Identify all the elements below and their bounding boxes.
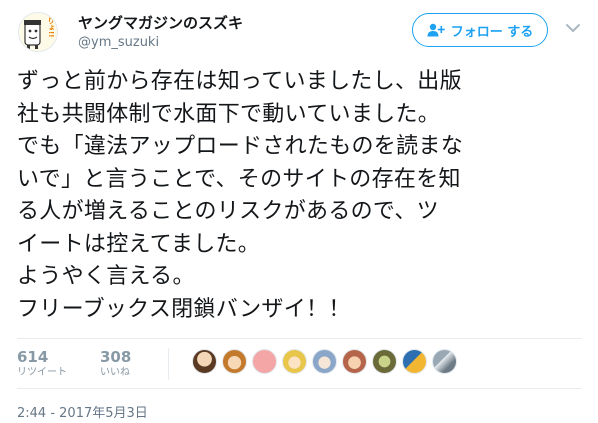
like-count: 308: [100, 348, 132, 366]
stats-separator: [168, 348, 169, 380]
liker-avatar-4[interactable]: [282, 349, 307, 374]
stats-divider-top: [17, 338, 582, 339]
avatar[interactable]: りょ!!: [18, 12, 58, 52]
tweet-text-line: ずっと前から存在は知っていましたし、出版: [17, 69, 462, 94]
liker-avatar-9[interactable]: [432, 349, 457, 374]
retweet-stat[interactable]: 614 リツイート: [17, 348, 67, 380]
timestamp[interactable]: 2:44 - 2017年5月3日: [17, 402, 148, 421]
tweet-text-line: ようやく言える。: [17, 264, 195, 289]
like-stat[interactable]: 308 いいね: [100, 348, 131, 380]
display-name[interactable]: ヤングマガジンのスズキ: [78, 12, 243, 33]
liker-avatars: [192, 349, 457, 374]
liker-avatar-8[interactable]: [402, 349, 427, 374]
liker-avatar-2[interactable]: [222, 349, 247, 374]
tweet-text: ずっと前から存在は知っていましたし、出版 社も共闘体制で水面下で動いていました。…: [17, 66, 587, 326]
chevron-down-icon[interactable]: [565, 22, 581, 34]
liker-avatar-3[interactable]: [252, 349, 277, 374]
liker-avatar-7[interactable]: [372, 349, 397, 374]
tweet-card: りょ!! ヤングマガジンのスズキ @ym_suzuki フォロー する ずっと前…: [0, 0, 598, 423]
tweet-text-line: る人が増えることのリスクがあるので、ツ: [17, 199, 439, 224]
tweet-text-line: 社も共闘体制で水面下で動いていました。: [17, 101, 441, 127]
liker-avatar-1[interactable]: [192, 349, 217, 374]
tweet-text-line: でも「違法アップロードされたものを読まな: [17, 134, 464, 159]
tweet-text-line: いで」と言うことで、そのサイトの存在を知: [17, 166, 461, 192]
retweet-count: 614: [17, 348, 49, 366]
tweet-text-line: フリーブックス閉鎖バンザイ！！: [17, 296, 351, 322]
follow-button[interactable]: フォロー する: [412, 13, 548, 47]
stats-divider-bottom: [17, 388, 582, 389]
retweet-label: リツイート: [17, 367, 67, 378]
add-user-icon: [427, 23, 445, 37]
tweet-text-line: イートは控えてました。: [17, 231, 261, 257]
liker-avatar-6[interactable]: [342, 349, 367, 374]
liker-avatar-5[interactable]: [312, 349, 337, 374]
like-label: いいね: [100, 367, 130, 378]
screen-name[interactable]: @ym_suzuki: [78, 35, 159, 50]
follow-button-label: フォロー する: [450, 24, 534, 40]
avatar-lettering: りょ!!: [47, 17, 55, 38]
